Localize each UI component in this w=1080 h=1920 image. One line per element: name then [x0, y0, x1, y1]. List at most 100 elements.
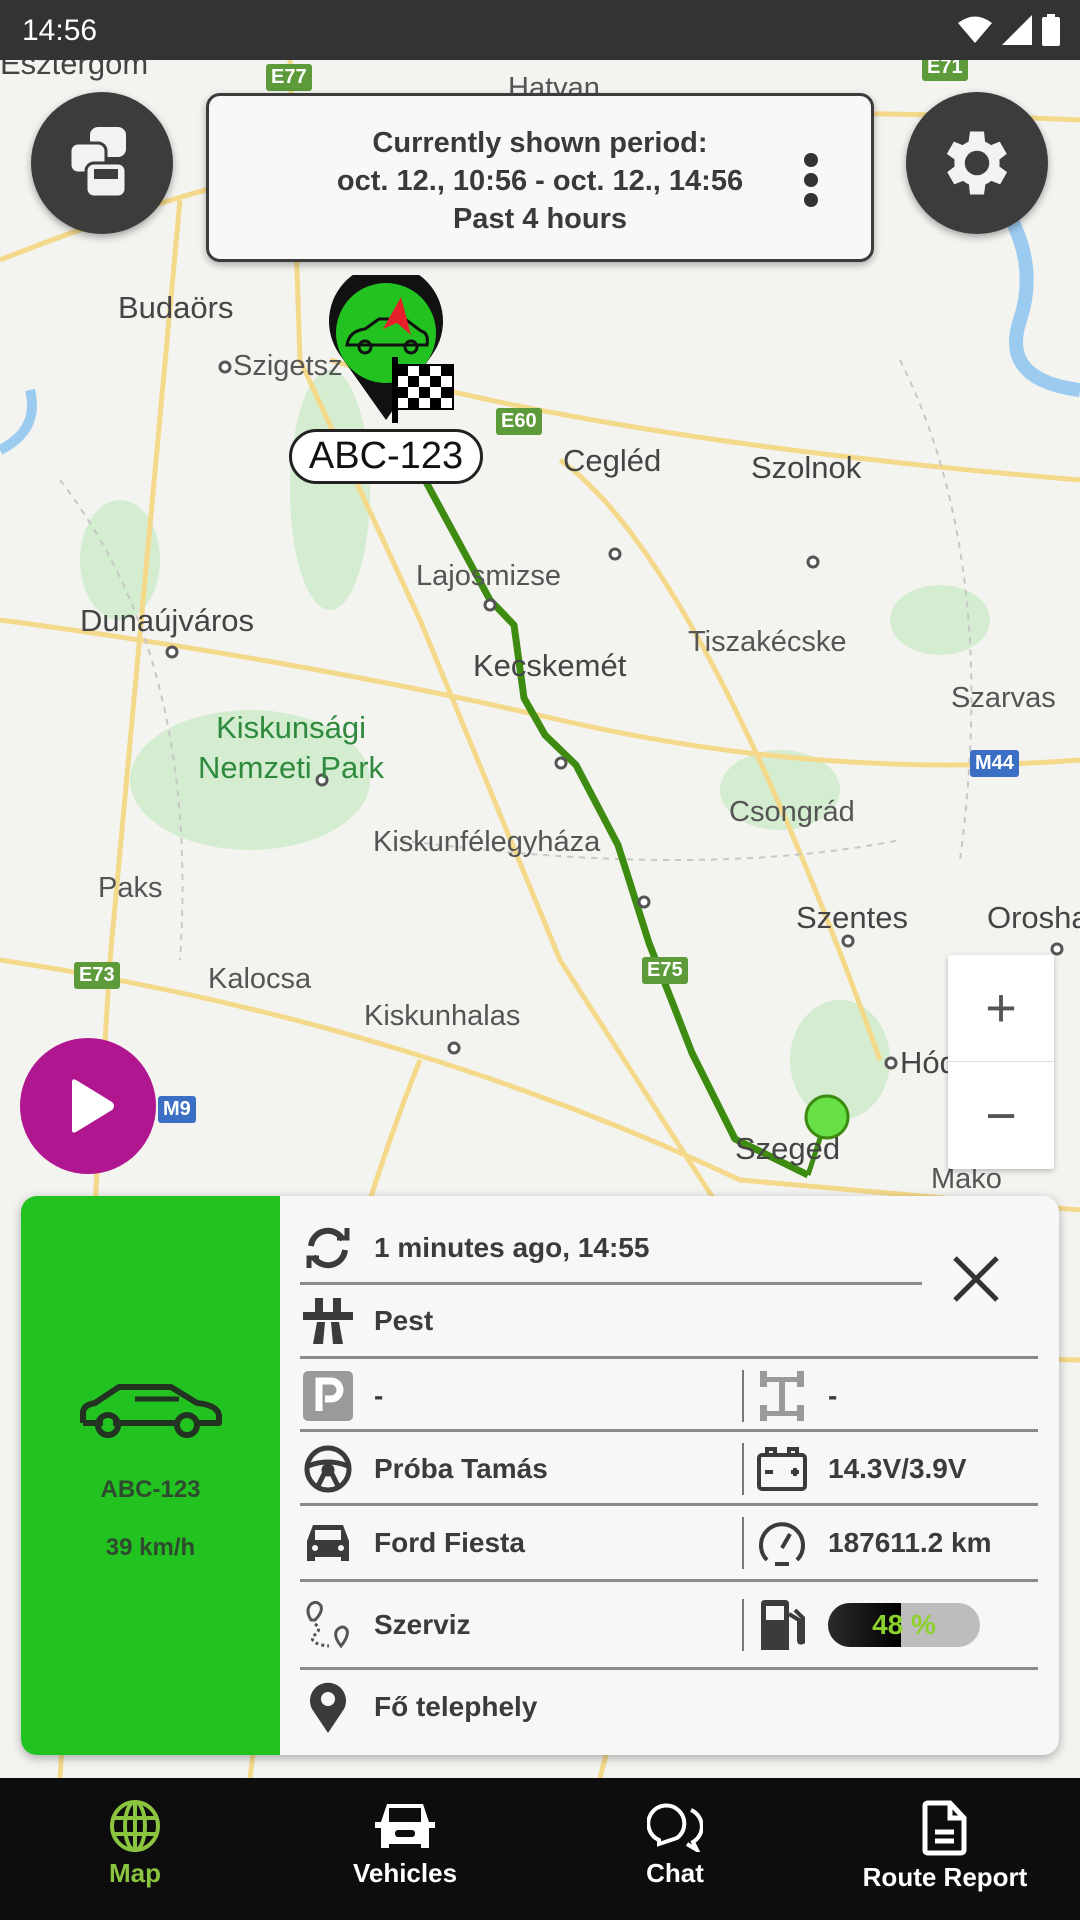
map-label: Esztergom — [0, 60, 149, 81]
road-shield: E71 — [922, 60, 968, 81]
road-shield: E60 — [496, 408, 542, 435]
car-battery-icon — [757, 1447, 807, 1491]
period-preset: Past 4 hours — [452, 203, 628, 235]
vehicle-summary[interactable]: ABC-123 39 km/h — [21, 1196, 280, 1755]
map-label: Cegléd — [563, 443, 662, 478]
gear-icon — [946, 131, 1008, 195]
clock: 14:56 — [22, 14, 98, 47]
globe-icon — [110, 1800, 160, 1852]
period-title: Currently shown period: — [372, 127, 708, 159]
fuel-pump-icon — [761, 1600, 805, 1650]
map-label: Tiszakécske — [688, 626, 847, 658]
map-label: Kiskunfélegyháza — [373, 826, 601, 858]
battery-text: 14.3V/3.9V — [828, 1453, 967, 1484]
map-label: Kecskemét — [473, 648, 627, 683]
model-text: Ford Fiesta — [374, 1527, 525, 1558]
fleet-button[interactable] — [31, 92, 173, 234]
period-range: oct. 12., 10:56 - oct. 12., 14:56 — [336, 165, 744, 197]
parking-text: - — [374, 1380, 384, 1411]
cars-icon — [68, 127, 128, 199]
play-icon — [72, 1079, 114, 1133]
route-text: Szerviz — [374, 1609, 471, 1640]
zoom-controls: + − — [948, 955, 1054, 1169]
tab-route-report[interactable]: Route Report — [810, 1778, 1080, 1920]
battery-row: 14.3V/3.9V — [754, 1441, 967, 1497]
model-row: Ford Fiesta — [300, 1515, 525, 1571]
map-label: Kalocsa — [208, 963, 312, 995]
parking-row: - — [300, 1368, 383, 1424]
map-label: Szarvas — [951, 682, 1056, 714]
fuel-row: 48 % — [754, 1597, 980, 1653]
driver-text: Próba Tamás — [374, 1453, 548, 1484]
card-speed: 39 km/h — [105, 1534, 196, 1561]
bottom-nav: Map Vehicles Chat Route Report — [0, 1778, 1080, 1920]
car-icon — [79, 1384, 222, 1438]
speedometer-icon — [759, 1522, 805, 1566]
document-icon — [922, 1800, 967, 1856]
fuel-level-text: 48 % — [872, 1609, 936, 1640]
axle-row: - — [754, 1368, 837, 1424]
finish-flag-icon — [392, 357, 454, 423]
odometer-text: 187611.2 km — [828, 1527, 992, 1558]
route-row: Szerviz — [300, 1597, 471, 1653]
region-row: Pest — [300, 1293, 433, 1349]
zoom-in-button[interactable]: + — [948, 955, 1054, 1062]
status-bar: 14:56 — [0, 0, 1080, 60]
map-label: Szentes — [796, 900, 909, 935]
fuel-level-bar: 48 % — [828, 1603, 980, 1647]
car-front-icon — [375, 1804, 435, 1848]
route-pins-icon — [306, 1600, 349, 1649]
location-row: Fő telephely — [300, 1679, 537, 1735]
vehicle-plate-label[interactable]: ABC-123 — [289, 429, 483, 484]
map-label: Szeged — [735, 1131, 841, 1166]
road-shield: M9 — [158, 1096, 196, 1123]
tab-map[interactable]: Map — [0, 1778, 270, 1920]
map-pin-icon — [310, 1682, 346, 1733]
park-label-line2: Nemzeti Park — [198, 750, 385, 785]
drivetrain-icon — [760, 1371, 804, 1421]
close-icon[interactable] — [951, 1254, 1001, 1304]
signal-icon — [1002, 15, 1032, 45]
region-text: Pest — [374, 1305, 434, 1336]
road-shield: E73 — [74, 962, 120, 989]
tab-label: Route Report — [862, 1862, 1028, 1892]
map-label: Dunaújváros — [80, 603, 255, 638]
tab-label: Chat — [646, 1858, 704, 1888]
parking-icon — [303, 1371, 353, 1421]
location-text: Fő telephely — [374, 1691, 538, 1722]
axle-text: - — [828, 1380, 838, 1411]
road-shield: M44 — [970, 750, 1019, 777]
period-selector[interactable]: Currently shown period: oct. 12., 10:56 … — [206, 93, 874, 262]
highway-icon — [303, 1298, 353, 1344]
vehicle-marker[interactable] — [325, 275, 465, 425]
vehicle-info-card: ABC-123 39 km/h 1 minutes ago, 14:55 Pes… — [21, 1196, 1059, 1755]
map-label: Orosha — [987, 900, 1080, 935]
map-label: Paks — [98, 872, 163, 904]
tab-chat[interactable]: Chat — [540, 1778, 810, 1920]
wifi-icon — [958, 16, 992, 43]
road-shield: E77 — [266, 64, 312, 91]
zoom-out-button[interactable]: − — [948, 1062, 1054, 1169]
map-label: Szolnok — [751, 450, 862, 485]
car-front-icon — [307, 1525, 349, 1561]
park-label: Kiskunsági Nemzeti Park — [198, 708, 384, 788]
map-label: Lajosmizse — [416, 560, 562, 592]
chat-bubbles-icon — [647, 1803, 703, 1852]
tab-vehicles[interactable]: Vehicles — [270, 1778, 540, 1920]
card-plate: ABC-123 — [100, 1476, 201, 1503]
refresh-icon — [306, 1227, 350, 1269]
last-update-row: 1 minutes ago, 14:55 — [300, 1220, 649, 1276]
map-label: Budaörs — [118, 290, 234, 325]
tab-label: Map — [109, 1858, 161, 1888]
tab-label: Vehicles — [352, 1858, 458, 1888]
battery-icon — [1042, 14, 1060, 46]
steering-wheel-icon — [304, 1445, 352, 1493]
park-label-line1: Kiskunsági — [216, 710, 366, 745]
settings-button[interactable] — [906, 92, 1048, 234]
last-update-text: 1 minutes ago, 14:55 — [374, 1232, 650, 1263]
driver-row: Próba Tamás — [300, 1441, 548, 1497]
play-route-button[interactable] — [20, 1038, 156, 1174]
road-shield: E75 — [642, 957, 688, 984]
more-vert-icon[interactable] — [801, 152, 821, 208]
map-label: Kiskunhalas — [364, 1000, 521, 1032]
